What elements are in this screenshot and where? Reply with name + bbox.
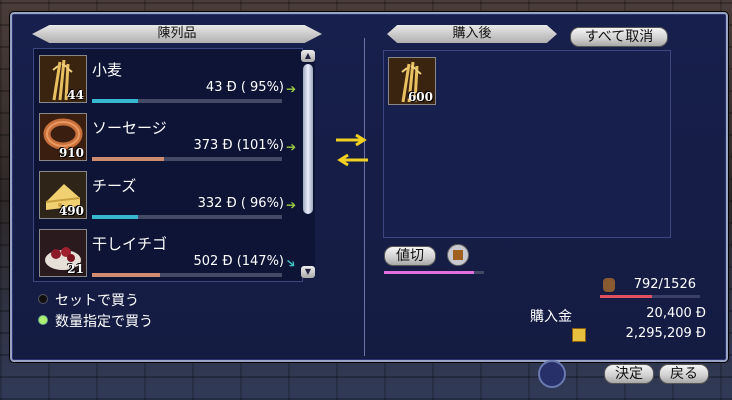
trend-right-icon: ➔: [286, 198, 297, 212]
list-item[interactable]: 910 ソーセージ 373 Đ (101%) ➔: [34, 107, 302, 165]
dried-strawberry-thumb: 21: [39, 229, 87, 277]
trend-down-icon: ➔: [282, 254, 300, 272]
radio-on-icon: [38, 315, 48, 325]
money-icon: [572, 328, 586, 342]
panel-divider: [364, 38, 365, 356]
item-price-bar: [92, 157, 282, 161]
wheat-thumb: 44: [39, 55, 87, 103]
item-stock-qty: 910: [58, 146, 84, 160]
buy-by-set-label: セットで買う: [55, 293, 139, 309]
money-amount: 2,295,209 Đ: [625, 326, 706, 341]
purchase-amount-label: 購入金: [530, 309, 572, 325]
cancel-all-button[interactable]: すべて取消: [570, 27, 668, 47]
item-price-line: 502 Đ (147%): [193, 254, 285, 269]
item-name: 干しイチゴ: [92, 235, 168, 253]
item-stock-qty: 490: [58, 204, 84, 218]
cargo-bar: [600, 295, 700, 298]
item-name: ソーセージ: [92, 119, 167, 137]
confirm-button[interactable]: 決定: [604, 364, 654, 384]
cargo-capacity: 792/1526: [633, 277, 696, 292]
cargo-bar-fill: [600, 295, 652, 298]
haggle-bar-fill: [384, 271, 474, 274]
item-price-bar: [92, 99, 282, 103]
haggle-bar: [384, 271, 484, 274]
list-item[interactable]: 44 小麦 43 Đ ( 95%) ➔: [34, 49, 302, 107]
item-price-bar-fill: [92, 215, 138, 219]
stock-header: 陳列品: [32, 25, 322, 43]
item-name: 小麦: [92, 61, 123, 79]
radio-off-icon: [38, 294, 48, 304]
item-stock-qty: 44: [67, 88, 84, 102]
item-stock-qty: 21: [67, 262, 84, 276]
item-price-bar-fill: [92, 157, 165, 161]
buy-by-qty-option[interactable]: 数量指定で買う: [38, 311, 153, 331]
scroll-down-icon[interactable]: ▼: [301, 266, 315, 278]
purchase-list: 600: [383, 50, 671, 238]
haggle-button[interactable]: 値切: [384, 246, 436, 266]
emblem-icon: [538, 360, 566, 388]
haggle-skill-icon[interactable]: [447, 244, 469, 266]
back-button[interactable]: 戻る: [659, 364, 709, 384]
purchase-qty: 600: [407, 90, 433, 104]
scroll-thumb[interactable]: [303, 64, 313, 214]
list-item[interactable]: 600: [388, 57, 436, 105]
buy-by-qty-label: 数量指定で買う: [55, 314, 153, 330]
trend-right-icon: ➔: [286, 140, 297, 154]
scroll-up-icon[interactable]: ▲: [301, 50, 315, 62]
item-price-bar-fill: [92, 99, 138, 103]
cargo-barrel-icon: [603, 278, 615, 292]
list-item[interactable]: 21 干しイチゴ 502 Đ (147%) ➔: [34, 223, 302, 281]
stock-list: 44 小麦 43 Đ ( 95%) ➔ 910 ソーセージ 373 Đ (101…: [33, 48, 303, 282]
crate-icon: [453, 250, 463, 260]
list-item[interactable]: 490 チーズ 332 Đ ( 96%) ➔: [34, 165, 302, 223]
list-scrollbar[interactable]: ▲ ▼: [301, 50, 315, 278]
sausage-thumb: 910: [39, 113, 87, 161]
item-name: チーズ: [92, 177, 137, 195]
purchase-header: 購入後: [387, 25, 557, 43]
purchase-amount: 20,400 Đ: [646, 306, 706, 321]
transfer-arrows-icon[interactable]: [334, 132, 370, 170]
item-price-bar-fill: [92, 273, 161, 277]
item-price-line: 43 Đ ( 95%): [205, 80, 284, 95]
cheese-thumb: 490: [39, 171, 87, 219]
item-price-line: 373 Đ (101%): [193, 138, 285, 153]
item-price-bar: [92, 273, 282, 277]
item-price-line: 332 Đ ( 96%): [197, 196, 284, 211]
item-price-bar: [92, 215, 282, 219]
trend-right-icon: ➔: [286, 82, 297, 96]
buy-by-set-option[interactable]: セットで買う: [38, 290, 139, 310]
